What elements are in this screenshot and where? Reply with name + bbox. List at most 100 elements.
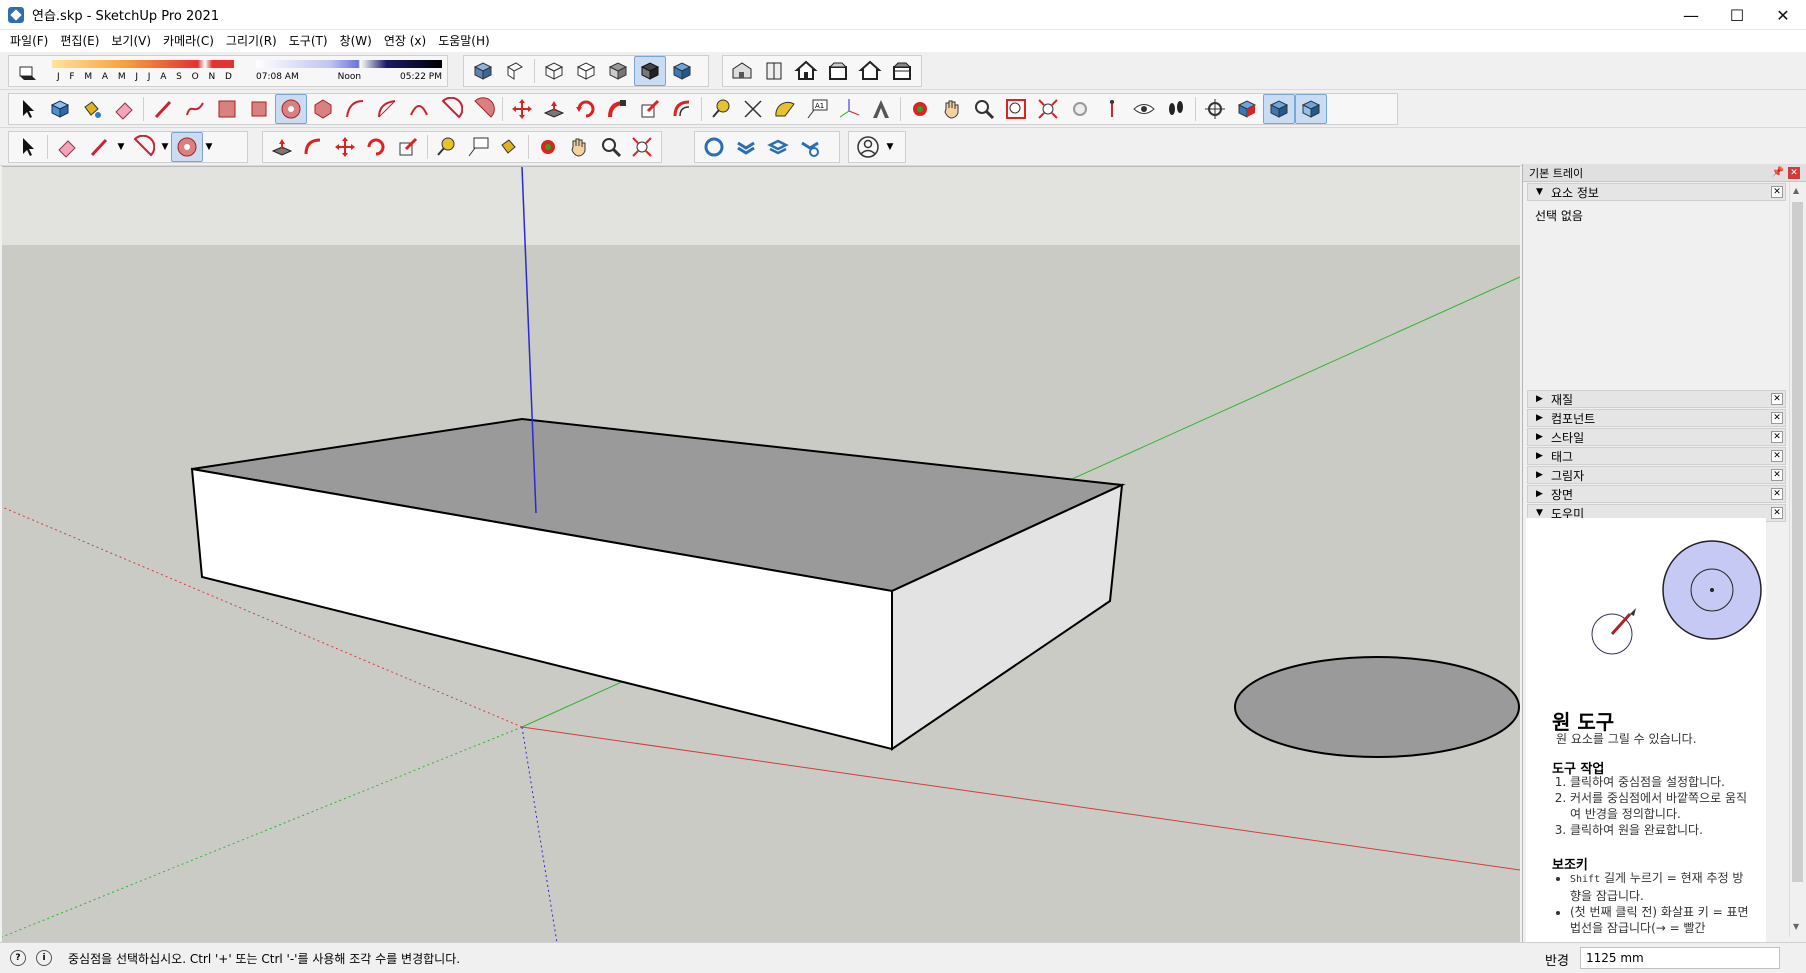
maximize-button[interactable]: ☐ [1714,0,1760,30]
account-button[interactable] [852,132,884,162]
paint-bucket-button-2[interactable] [493,132,525,162]
menu-extensions[interactable]: 연장 (x) [378,30,432,52]
arc-tool-button[interactable] [339,94,371,124]
section-plane-button[interactable] [1199,94,1231,124]
panel-close-icon[interactable]: ✕ [1771,450,1783,462]
arc-tool-button-2[interactable] [127,132,159,162]
iso-view-button[interactable] [726,56,758,86]
menu-window[interactable]: 창(W) [334,30,378,52]
panel-scenes[interactable]: ▶ 장면 ✕ [1527,485,1786,503]
ground-circle[interactable] [1234,656,1520,758]
tray-scrollbar[interactable]: ▲ ▼ [1789,182,1805,937]
axes-tool-button[interactable] [833,94,865,124]
panel-shadows[interactable]: ▶ 그림자 ✕ [1527,466,1786,484]
protractor-button[interactable] [769,94,801,124]
freehand-tool-button[interactable] [179,94,211,124]
menu-help[interactable]: 도움말(H) [432,30,496,52]
select-tool-button[interactable] [12,94,44,124]
look-around-button[interactable] [1128,94,1160,124]
hidden-line-button[interactable] [570,56,602,86]
arc-dropdown-arrow[interactable]: ▼ [159,132,171,162]
pan-tool-button[interactable] [936,94,968,124]
three-point-arc-button[interactable] [403,94,435,124]
panel-close-icon[interactable]: ✕ [1771,393,1783,405]
share-component-button[interactable] [762,132,794,162]
rotated-rectangle-button[interactable] [243,94,275,124]
back-view-button[interactable] [854,56,886,86]
select-tool-button-2[interactable] [12,132,44,162]
menu-view[interactable]: 보기(V) [105,30,157,52]
follow-me-button[interactable] [602,94,634,124]
panel-close-icon[interactable]: ✕ [1771,412,1783,424]
walk-tool-button[interactable] [1160,94,1192,124]
account-dropdown-arrow[interactable]: ▼ [884,132,896,162]
panel-close-icon[interactable]: ✕ [1771,507,1783,519]
panel-materials[interactable]: ▶ 재질 ✕ [1527,390,1786,408]
minimize-button[interactable]: — [1668,0,1714,30]
extension-warehouse-button[interactable] [794,132,826,162]
move-tool-button-2[interactable] [329,132,361,162]
geolocation-icon[interactable]: ? [10,950,26,966]
line-tool-button[interactable] [147,94,179,124]
offset-tool-button-2[interactable] [298,132,330,162]
right-view-button[interactable] [822,56,854,86]
dimension-tool-button[interactable] [737,94,769,124]
close-button[interactable]: ✕ [1760,0,1806,30]
two-point-arc-button[interactable] [371,94,403,124]
move-tool-button[interactable] [506,94,538,124]
tape-measure-button[interactable] [705,94,737,124]
push-pull-button-2[interactable] [266,132,298,162]
pin-icon[interactable]: 📌 [1772,167,1784,178]
panel-tags[interactable]: ▶ 태그 ✕ [1527,447,1786,465]
shapes-dropdown-arrow[interactable]: ▼ [203,132,215,162]
offset-tool-button[interactable] [666,94,698,124]
panel-entity-info[interactable]: ▼ 요소 정보 ✕ [1527,183,1786,201]
shadow-toggle-button[interactable] [12,56,44,86]
front-view-button[interactable] [790,56,822,86]
text-tool-button-2[interactable] [462,132,494,162]
wireframe-button[interactable] [538,56,570,86]
left-view-button[interactable] [886,56,918,86]
3d-text-button[interactable] [865,94,897,124]
scale-tool-button[interactable] [634,94,666,124]
zoom-extents-button-2[interactable] [626,132,658,162]
menu-camera[interactable]: 카메라(C) [157,30,220,52]
orbit-tool-button-2[interactable] [532,132,564,162]
orbit-tool-button[interactable] [904,94,936,124]
time-slider[interactable]: 07:08 AM Noon 05:22 PM [256,56,442,86]
paint-bucket-button[interactable] [76,94,108,124]
tray-close-icon[interactable]: ✕ [1788,167,1800,179]
model-canvas[interactable] [2,167,1520,942]
make-component-button[interactable] [44,94,76,124]
tape-measure-button-2[interactable] [430,132,462,162]
position-camera-button[interactable] [1096,94,1128,124]
top-view-button[interactable] [758,56,790,86]
line-dropdown-arrow[interactable]: ▼ [115,132,127,162]
date-slider[interactable]: JFMAMJJASOND [52,56,234,86]
monochrome-button[interactable] [666,56,698,86]
scroll-thumb[interactable] [1792,202,1803,882]
line-tool-button-2[interactable] [83,132,115,162]
eraser-button[interactable] [108,94,140,124]
shaded-textures-button[interactable] [634,56,666,86]
3d-viewport[interactable] [2,166,1520,942]
circle-tool-button-2[interactable] [171,132,203,162]
previous-view-button[interactable] [1064,94,1096,124]
pie-tool-button[interactable] [435,94,467,124]
panel-styles[interactable]: ▶ 스타일 ✕ [1527,428,1786,446]
panel-close-icon[interactable]: ✕ [1771,186,1783,198]
measurements-input[interactable] [1580,947,1780,969]
shaded-button[interactable] [602,56,634,86]
pie-fill-button[interactable] [467,94,499,124]
scale-tool-button-2[interactable] [392,132,424,162]
zoom-tool-button-2[interactable] [595,132,627,162]
menu-file[interactable]: 파일(F) [4,30,54,52]
rectangle-tool-button[interactable] [211,94,243,124]
panel-components[interactable]: ▶ 컴포넌트 ✕ [1527,409,1786,427]
menu-edit[interactable]: 편집(E) [54,30,105,52]
polygon-tool-button[interactable] [307,94,339,124]
display-section-cuts-button[interactable] [1263,94,1295,124]
3d-warehouse-button[interactable] [698,132,730,162]
zoom-window-button[interactable] [1000,94,1032,124]
rotate-tool-button[interactable] [570,94,602,124]
